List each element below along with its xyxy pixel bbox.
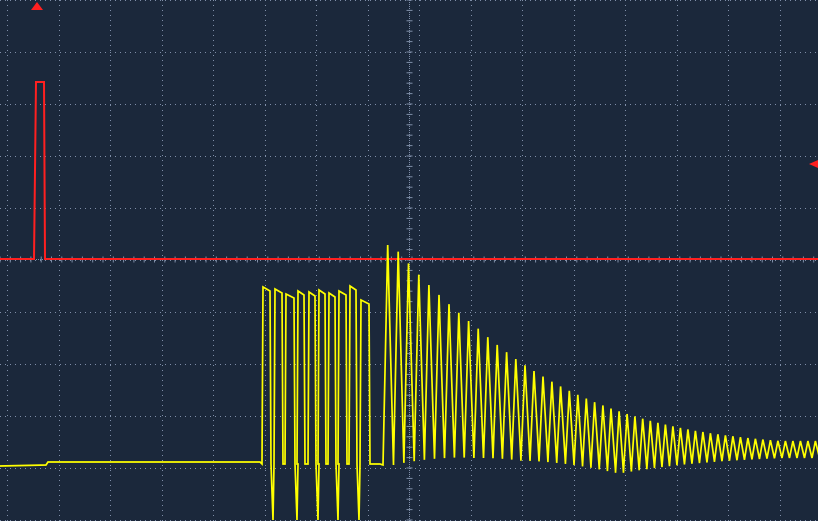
oscilloscope-display [0,0,818,521]
